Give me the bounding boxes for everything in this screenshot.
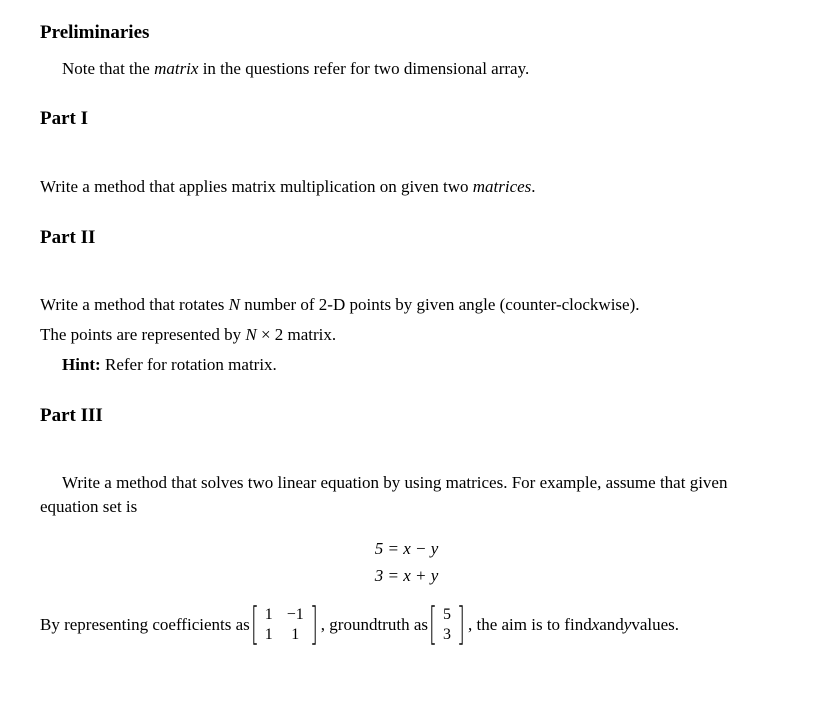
preliminaries-note: Note that the matrix in the questions re… bbox=[40, 57, 773, 81]
right-bracket-icon bbox=[311, 605, 317, 645]
equation-2: 3 = x + y bbox=[40, 562, 773, 589]
text: Note that the bbox=[62, 59, 154, 78]
part1-section: Part I Write a method that applies matri… bbox=[40, 106, 773, 198]
part3-coeff-line: By representing coefficients as 1 −1 1 1… bbox=[40, 605, 773, 645]
text: , the aim is to find bbox=[468, 613, 592, 637]
matrices-term: matrices bbox=[473, 177, 532, 196]
right-bracket-icon bbox=[458, 605, 464, 645]
preliminaries-section: Preliminaries Note that the matrix in th… bbox=[40, 20, 773, 80]
part2-section: Part II Write a method that rotates N nu… bbox=[40, 225, 773, 377]
text: values. bbox=[631, 613, 679, 637]
matrix-cell: 1 bbox=[287, 625, 304, 645]
part3-heading: Part III bbox=[40, 403, 773, 430]
text: The points are represented by bbox=[40, 325, 245, 344]
part2-line2: The points are represented by N × 2 matr… bbox=[40, 323, 773, 347]
part2-hint: Hint: Refer for rotation matrix. bbox=[40, 353, 773, 377]
matrix-cell: 1 bbox=[265, 605, 273, 625]
matrix-cell: 1 bbox=[265, 625, 273, 645]
groundtruth-matrix: 5 3 bbox=[428, 605, 466, 645]
part3-intro: Write a method that solves two linear eq… bbox=[40, 471, 773, 519]
n-var: N bbox=[229, 295, 240, 314]
text: By representing coefficients as bbox=[40, 613, 250, 637]
hint-text: Refer for rotation matrix. bbox=[101, 355, 277, 374]
text: Write a method that rotates bbox=[40, 295, 229, 314]
matrix-cell: −1 bbox=[287, 605, 304, 625]
matrix-cell: 5 bbox=[443, 605, 451, 625]
part2-heading: Part II bbox=[40, 225, 773, 252]
equation-1: 5 = x − y bbox=[40, 535, 773, 562]
hint-label: Hint: bbox=[62, 355, 101, 374]
matrix-term: matrix bbox=[154, 59, 198, 78]
part1-heading: Part I bbox=[40, 106, 773, 133]
equation-block: 5 = x − y 3 = x + y bbox=[40, 535, 773, 589]
preliminaries-heading: Preliminaries bbox=[40, 20, 773, 47]
matrix-cell: 3 bbox=[443, 625, 451, 645]
part1-text: Write a method that applies matrix multi… bbox=[40, 175, 773, 199]
text: . bbox=[531, 177, 535, 196]
text: and bbox=[599, 613, 624, 637]
left-bracket-icon bbox=[430, 605, 436, 645]
part2-line1: Write a method that rotates N number of … bbox=[40, 293, 773, 317]
text: number of 2-D points by given angle (cou… bbox=[240, 295, 640, 314]
n-var: N bbox=[245, 325, 256, 344]
text: Write a method that applies matrix multi… bbox=[40, 177, 473, 196]
part3-section: Part III Write a method that solves two … bbox=[40, 403, 773, 646]
text: in the questions refer for two dimension… bbox=[198, 59, 529, 78]
text: , groundtruth as bbox=[321, 613, 428, 637]
y-var: y bbox=[624, 613, 632, 637]
coefficient-matrix: 1 −1 1 1 bbox=[250, 605, 319, 645]
x-var: x bbox=[592, 613, 600, 637]
text: × 2 matrix. bbox=[257, 325, 336, 344]
left-bracket-icon bbox=[252, 605, 258, 645]
